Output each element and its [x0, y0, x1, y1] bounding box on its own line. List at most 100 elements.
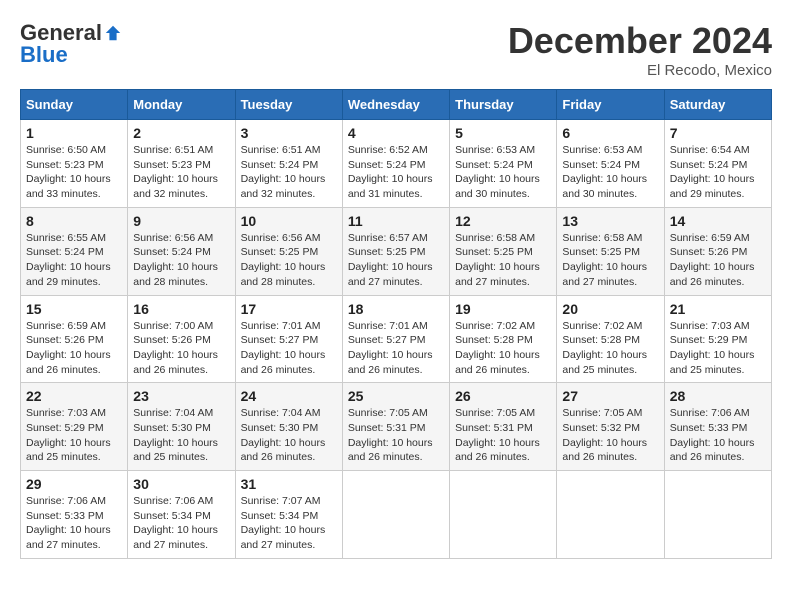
cell-details: Sunrise: 6:53 AM Sunset: 5:24 PM Dayligh…: [455, 143, 551, 202]
calendar-cell: 24 Sunrise: 7:04 AM Sunset: 5:30 PM Dayli…: [235, 383, 342, 471]
header-sunday: Sunday: [21, 90, 128, 120]
day-number: 3: [241, 125, 337, 141]
day-number: 9: [133, 213, 229, 229]
calendar-cell: 19 Sunrise: 7:02 AM Sunset: 5:28 PM Dayli…: [450, 295, 557, 383]
day-number: 16: [133, 301, 229, 317]
cell-details: Sunrise: 6:53 AM Sunset: 5:24 PM Dayligh…: [562, 143, 658, 202]
day-number: 14: [670, 213, 766, 229]
calendar-cell: 5 Sunrise: 6:53 AM Sunset: 5:24 PM Daylig…: [450, 120, 557, 208]
calendar-cell: 21 Sunrise: 7:03 AM Sunset: 5:29 PM Dayli…: [664, 295, 771, 383]
calendar-cell: 8Sunrise: 6:55 AM Sunset: 5:24 PM Daylig…: [21, 207, 128, 295]
calendar-cell: 27 Sunrise: 7:05 AM Sunset: 5:32 PM Dayli…: [557, 383, 664, 471]
cell-details: Sunrise: 6:59 AM Sunset: 5:26 PM Dayligh…: [26, 319, 122, 378]
calendar-cell: [450, 471, 557, 559]
cell-details: Sunrise: 7:03 AM Sunset: 5:29 PM Dayligh…: [670, 319, 766, 378]
day-number: 5: [455, 125, 551, 141]
logo-blue-text: Blue: [20, 42, 68, 68]
cell-details: Sunrise: 6:58 AM Sunset: 5:25 PM Dayligh…: [455, 231, 551, 290]
cell-details: Sunrise: 7:06 AM Sunset: 5:34 PM Dayligh…: [133, 494, 229, 553]
month-title: December 2024: [508, 20, 772, 62]
calendar-cell: [664, 471, 771, 559]
calendar-cell: 4 Sunrise: 6:52 AM Sunset: 5:24 PM Daylig…: [342, 120, 449, 208]
header-wednesday: Wednesday: [342, 90, 449, 120]
cell-details: Sunrise: 6:56 AM Sunset: 5:24 PM Dayligh…: [133, 231, 229, 290]
cell-details: Sunrise: 6:56 AM Sunset: 5:25 PM Dayligh…: [241, 231, 337, 290]
day-number: 11: [348, 213, 444, 229]
day-number: 12: [455, 213, 551, 229]
calendar-cell: 26Sunrise: 7:05 AM Sunset: 5:31 PM Dayli…: [450, 383, 557, 471]
day-number: 6: [562, 125, 658, 141]
calendar-cell: 14 Sunrise: 6:59 AM Sunset: 5:26 PM Dayli…: [664, 207, 771, 295]
calendar-cell: 30Sunrise: 7:06 AM Sunset: 5:34 PM Dayli…: [128, 471, 235, 559]
title-block: December 2024 El Recodo, Mexico: [508, 20, 772, 79]
day-number: 25: [348, 388, 444, 404]
calendar-week-3: 15 Sunrise: 6:59 AM Sunset: 5:26 PM Dayli…: [21, 295, 772, 383]
header-monday: Monday: [128, 90, 235, 120]
cell-details: Sunrise: 7:06 AM Sunset: 5:33 PM Dayligh…: [26, 494, 122, 553]
day-number: 17: [241, 301, 337, 317]
cell-details: Sunrise: 7:05 AM Sunset: 5:32 PM Dayligh…: [562, 406, 658, 465]
cell-details: Sunrise: 6:52 AM Sunset: 5:24 PM Dayligh…: [348, 143, 444, 202]
day-number: 26: [455, 388, 551, 404]
cell-details: Sunrise: 7:01 AM Sunset: 5:27 PM Dayligh…: [241, 319, 337, 378]
header-thursday: Thursday: [450, 90, 557, 120]
calendar-week-5: 29Sunrise: 7:06 AM Sunset: 5:33 PM Dayli…: [21, 471, 772, 559]
page-header: General Blue December 2024 El Recodo, Me…: [20, 20, 772, 79]
calendar-cell: 7Sunrise: 6:54 AM Sunset: 5:24 PM Daylig…: [664, 120, 771, 208]
day-number: 27: [562, 388, 658, 404]
day-number: 13: [562, 213, 658, 229]
cell-details: Sunrise: 7:06 AM Sunset: 5:33 PM Dayligh…: [670, 406, 766, 465]
calendar-cell: 16 Sunrise: 7:00 AM Sunset: 5:26 PM Dayli…: [128, 295, 235, 383]
calendar-header-row: SundayMondayTuesdayWednesdayThursdayFrid…: [21, 90, 772, 120]
cell-details: Sunrise: 7:05 AM Sunset: 5:31 PM Dayligh…: [348, 406, 444, 465]
calendar-cell: 2 Sunrise: 6:51 AM Sunset: 5:23 PM Daylig…: [128, 120, 235, 208]
day-number: 21: [670, 301, 766, 317]
calendar-cell: 23Sunrise: 7:04 AM Sunset: 5:30 PM Dayli…: [128, 383, 235, 471]
day-number: 28: [670, 388, 766, 404]
calendar-table: SundayMondayTuesdayWednesdayThursdayFrid…: [20, 89, 772, 559]
cell-details: Sunrise: 6:59 AM Sunset: 5:26 PM Dayligh…: [670, 231, 766, 290]
header-friday: Friday: [557, 90, 664, 120]
logo: General Blue: [20, 20, 122, 68]
calendar-cell: 11Sunrise: 6:57 AM Sunset: 5:25 PM Dayli…: [342, 207, 449, 295]
cell-details: Sunrise: 7:02 AM Sunset: 5:28 PM Dayligh…: [562, 319, 658, 378]
calendar-cell: 20 Sunrise: 7:02 AM Sunset: 5:28 PM Dayli…: [557, 295, 664, 383]
calendar-week-4: 22 Sunrise: 7:03 AM Sunset: 5:29 PM Dayli…: [21, 383, 772, 471]
calendar-cell: 31Sunrise: 7:07 AM Sunset: 5:34 PM Dayli…: [235, 471, 342, 559]
day-number: 31: [241, 476, 337, 492]
calendar-cell: 28 Sunrise: 7:06 AM Sunset: 5:33 PM Dayli…: [664, 383, 771, 471]
calendar-cell: 29Sunrise: 7:06 AM Sunset: 5:33 PM Dayli…: [21, 471, 128, 559]
day-number: 15: [26, 301, 122, 317]
day-number: 18: [348, 301, 444, 317]
calendar-cell: 22 Sunrise: 7:03 AM Sunset: 5:29 PM Dayli…: [21, 383, 128, 471]
cell-details: Sunrise: 7:04 AM Sunset: 5:30 PM Dayligh…: [133, 406, 229, 465]
logo-icon: [104, 24, 122, 42]
day-number: 22: [26, 388, 122, 404]
cell-details: Sunrise: 7:03 AM Sunset: 5:29 PM Dayligh…: [26, 406, 122, 465]
calendar-cell: 25 Sunrise: 7:05 AM Sunset: 5:31 PM Dayli…: [342, 383, 449, 471]
calendar-week-1: 1 Sunrise: 6:50 AM Sunset: 5:23 PM Daylig…: [21, 120, 772, 208]
cell-details: Sunrise: 7:01 AM Sunset: 5:27 PM Dayligh…: [348, 319, 444, 378]
day-number: 20: [562, 301, 658, 317]
calendar-cell: 18 Sunrise: 7:01 AM Sunset: 5:27 PM Dayli…: [342, 295, 449, 383]
cell-details: Sunrise: 6:51 AM Sunset: 5:24 PM Dayligh…: [241, 143, 337, 202]
day-number: 4: [348, 125, 444, 141]
calendar-week-2: 8Sunrise: 6:55 AM Sunset: 5:24 PM Daylig…: [21, 207, 772, 295]
calendar-cell: 3 Sunrise: 6:51 AM Sunset: 5:24 PM Daylig…: [235, 120, 342, 208]
calendar-cell: [557, 471, 664, 559]
calendar-cell: 1 Sunrise: 6:50 AM Sunset: 5:23 PM Daylig…: [21, 120, 128, 208]
cell-details: Sunrise: 7:02 AM Sunset: 5:28 PM Dayligh…: [455, 319, 551, 378]
day-number: 1: [26, 125, 122, 141]
cell-details: Sunrise: 6:51 AM Sunset: 5:23 PM Dayligh…: [133, 143, 229, 202]
day-number: 19: [455, 301, 551, 317]
header-tuesday: Tuesday: [235, 90, 342, 120]
cell-details: Sunrise: 6:50 AM Sunset: 5:23 PM Dayligh…: [26, 143, 122, 202]
day-number: 7: [670, 125, 766, 141]
cell-details: Sunrise: 6:55 AM Sunset: 5:24 PM Dayligh…: [26, 231, 122, 290]
day-number: 2: [133, 125, 229, 141]
cell-details: Sunrise: 7:04 AM Sunset: 5:30 PM Dayligh…: [241, 406, 337, 465]
day-number: 24: [241, 388, 337, 404]
calendar-cell: [342, 471, 449, 559]
calendar-cell: 13Sunrise: 6:58 AM Sunset: 5:25 PM Dayli…: [557, 207, 664, 295]
cell-details: Sunrise: 7:00 AM Sunset: 5:26 PM Dayligh…: [133, 319, 229, 378]
